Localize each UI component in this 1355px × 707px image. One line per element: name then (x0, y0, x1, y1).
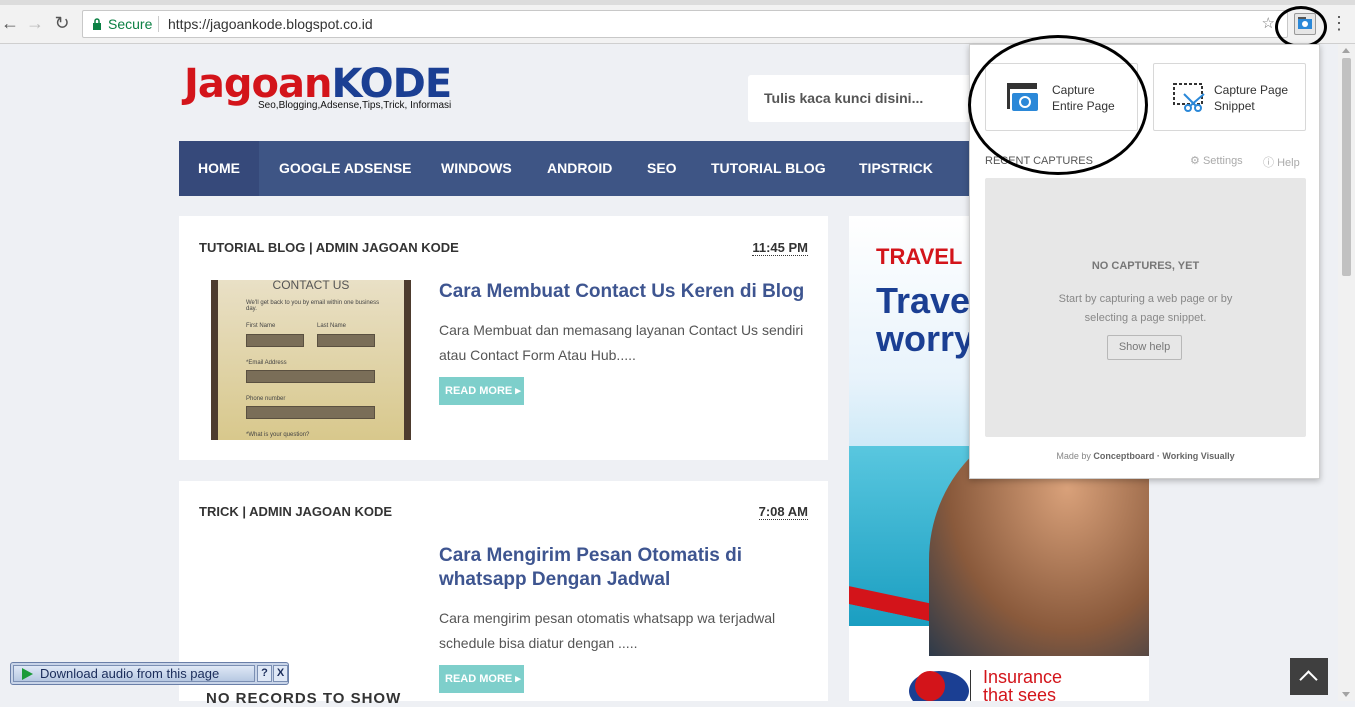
download-audio-label: Download audio from this page (40, 666, 220, 681)
post-excerpt: Cara mengirim pesan otomatis whatsapp wa… (439, 610, 776, 651)
scroll-up-icon[interactable] (1342, 48, 1350, 53)
ad-big-line1: Travel (876, 280, 981, 321)
main-nav: HOME GOOGLE ADSENSE WINDOWS ANDROID SEO … (179, 141, 979, 196)
secure-label: Secure (108, 16, 153, 32)
download-close-button[interactable]: X (273, 665, 288, 682)
page-scrollbar[interactable] (1338, 44, 1355, 701)
partial-text: NO RECORDS TO SHOW (206, 690, 402, 707)
post-excerpt: Cara Membuat dan memasang layanan Contac… (439, 322, 804, 363)
nav-seo[interactable]: SEO (628, 141, 696, 196)
help-label: Help (1277, 157, 1300, 169)
thumb-email: *Email Address (246, 360, 287, 366)
help-link[interactable]: ⓘ Help (1263, 154, 1300, 170)
post-title[interactable]: Cara Membuat Contact Us Keren di Blog (439, 280, 809, 304)
gear-icon: ⚙ (1190, 155, 1200, 167)
thumb-heading: CONTACT US (272, 278, 350, 292)
download-audio-button[interactable]: Download audio from this page (13, 665, 255, 682)
read-more-label: READ MORE (445, 673, 513, 685)
post-meta[interactable]: TRICK | ADMIN JAGOAN KODE (199, 504, 392, 519)
ad-divider (970, 670, 971, 701)
ad-big-text: Travel worry (876, 282, 980, 358)
post-meta[interactable]: TUTORIAL BLOG | ADMIN JAGOAN KODE (199, 240, 459, 255)
site-tagline: Seo,Blogging,Adsense,Tips,Trick, Informa… (258, 100, 452, 111)
ad-logo-accent (915, 671, 945, 701)
read-more-button[interactable]: READ MORE ▸ (439, 665, 524, 693)
capture-entire-page-button[interactable]: Capture Entire Page (985, 63, 1138, 131)
browser-toolbar: ← → ↻ Secure https://jagoankode.blogspot… (0, 0, 1355, 48)
ad-headline: TRAVEL I (876, 244, 975, 269)
footer-brand-link[interactable]: Conceptboard · Working Visually (1093, 451, 1234, 461)
thumb-field (246, 334, 304, 347)
thumb-first-name: First Name (246, 323, 276, 329)
address-divider (158, 16, 159, 32)
thumb-phone: Phone number (246, 396, 286, 402)
url-text[interactable]: https://jagoankode.blogspot.co.id (168, 11, 373, 37)
annotation-circle-extension (1275, 6, 1327, 48)
thumb-field (246, 406, 375, 419)
reload-icon[interactable]: ↻ (52, 12, 72, 34)
settings-link[interactable]: ⚙ Settings (1190, 154, 1243, 167)
captures-list-area: NO CAPTURES, YET Start by capturing a we… (985, 178, 1306, 437)
address-bar[interactable]: Secure https://jagoankode.blogspot.co.id… (82, 10, 1288, 38)
thumb-last-name: Last Name (317, 323, 347, 329)
thumb-field (246, 370, 375, 383)
ad-insurance-text: Insurance that sees (983, 668, 1062, 701)
post-thumbnail[interactable]: CONTACT US We'll get back to you by emai… (211, 278, 411, 440)
scroll-down-icon[interactable] (1342, 692, 1350, 697)
nav-android[interactable]: ANDROID (528, 141, 631, 196)
forward-icon[interactable]: → (25, 12, 45, 34)
thumb-intro: We'll get back to you by email within on… (246, 300, 380, 312)
nav-tipstrick[interactable]: TIPSTRICK (840, 141, 952, 196)
settings-label: Settings (1202, 155, 1243, 167)
read-more-label: READ MORE (445, 385, 513, 397)
ad-big-line2: worry (876, 318, 975, 359)
nav-windows[interactable]: WINDOWS (422, 141, 531, 196)
contact-form-image: CONTACT US We'll get back to you by emai… (218, 278, 404, 440)
capture-snippet-label: Capture Page Snippet (1214, 83, 1289, 113)
read-more-button[interactable]: READ MORE ▸ (439, 377, 524, 405)
tab-strip (0, 0, 1355, 5)
thumb-question: *What is your question? (246, 432, 310, 438)
post-time[interactable]: 11:45 PM (752, 240, 808, 256)
scissors-snippet-icon (1173, 83, 1205, 112)
download-audio-bar: Download audio from this page ? X (10, 662, 289, 685)
lock-icon (93, 18, 101, 30)
ad-insurance-line2: that sees (983, 685, 1057, 701)
download-help-button[interactable]: ? (257, 665, 272, 682)
footer-made-by: Made by (1056, 451, 1091, 461)
site-logo[interactable]: JagoanKODE Seo,Blogging,Adsense,Tips,Tri… (184, 62, 474, 122)
thumb-field (317, 334, 375, 347)
no-captures-title: NO CAPTURES, YET (1091, 260, 1200, 272)
nav-tutorial-blog[interactable]: TUTORIAL BLOG (692, 141, 845, 196)
capture-entire-label: Capture Entire Page (1052, 83, 1115, 113)
scrollbar-thumb[interactable] (1342, 58, 1351, 276)
popup-footer: Made by Conceptboard · Working Visually (970, 451, 1321, 461)
question-circle-icon: ⓘ (1263, 157, 1274, 169)
back-to-top-button[interactable] (1290, 658, 1328, 695)
bookmark-star-icon[interactable]: ☆ (1262, 11, 1275, 37)
browser-menu-icon[interactable]: ⋮ (1330, 12, 1348, 34)
camera-page-icon (1007, 83, 1038, 111)
nav-google-adsense[interactable]: GOOGLE ADSENSE (260, 141, 431, 196)
post-card: TUTORIAL BLOG | ADMIN JAGOAN KODE 11:45 … (179, 216, 828, 460)
post-time[interactable]: 7:08 AM (758, 504, 808, 520)
no-captures-instructions: Start by capturing a web page or by sele… (1058, 293, 1233, 324)
ad-insurance-line1: Insurance (983, 667, 1063, 687)
back-icon[interactable]: ← (0, 12, 20, 34)
capture-extension-popup: Capture Entire Page Capture Page Snippet… (969, 44, 1320, 479)
post-title[interactable]: Cara Mengirim Pesan Otomatis di whatsapp… (439, 544, 809, 592)
capture-page-snippet-button[interactable]: Capture Page Snippet (1153, 63, 1306, 131)
play-icon (22, 668, 33, 680)
search-input[interactable]: Tulis kaca kunci disini... (748, 75, 978, 122)
recent-captures-heading: RECENT CAPTURES (985, 155, 1093, 167)
nav-home[interactable]: HOME (179, 141, 259, 196)
show-help-button[interactable]: Show help (1107, 335, 1182, 360)
